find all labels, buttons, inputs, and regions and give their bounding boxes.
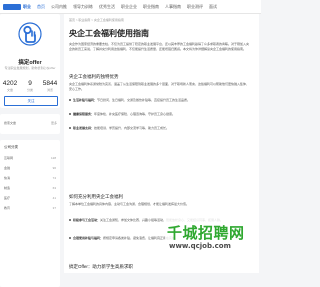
- site-logo[interactable]: 职业: [3, 3, 31, 10]
- top-navbar: 职业 首页 公司内推 领导力训练 优秀生活 职业企业 职业指南 人事指南 职业测…: [0, 0, 261, 14]
- nav-item-assessment[interactable]: 职业测评: [187, 4, 203, 10]
- offer-hand-logo-icon: [18, 22, 42, 46]
- category-count: 37: [52, 206, 56, 210]
- profile-stats: 4202 文章 9 分类 5844 浏览: [0, 80, 60, 92]
- bullet-item: 职业发展支持：技能培训、学历提升、内部交流学习等，助力员工成长。: [69, 126, 251, 131]
- nav-item-interview[interactable]: 面试: [209, 4, 217, 10]
- list-item[interactable]: 互联网 128: [4, 156, 56, 160]
- stat-categories: 9 分类: [20, 80, 40, 92]
- list-item[interactable]: 制造 63: [4, 186, 56, 190]
- category-count: 41: [52, 196, 56, 200]
- stat-articles: 4202 文章: [0, 80, 20, 92]
- nav-item-life[interactable]: 优秀生活: [99, 4, 115, 10]
- stat-label: 浏览: [46, 88, 53, 92]
- bullet-title: 合理使用补贴与福利：: [73, 236, 104, 240]
- article-paragraph: 了解本单位工会福利的具体内容，主动与工会沟通，合理规划，才能让福利发挥最大价值。: [69, 202, 190, 206]
- nav-item-leadership[interactable]: 领导力训练: [73, 4, 93, 10]
- bullet-title: 生活补贴与福利：: [73, 98, 98, 102]
- stat-label: 分类: [26, 88, 33, 92]
- category-list: 公司分类 互联网 128 金融 96 快消 74 制造 63 医疗 41 教育 …: [0, 140, 60, 287]
- bullet-text: 技能培训、学历提升、内部交流学习等，助力员工成长。: [94, 126, 170, 130]
- category-count: 74: [52, 176, 56, 180]
- nav-item-companies[interactable]: 职业企业: [121, 4, 137, 10]
- bullet-icon: [69, 237, 71, 240]
- logo-mark: [3, 3, 21, 10]
- bullet-icon: [69, 99, 71, 102]
- category-name: 医疗: [4, 196, 11, 200]
- category-name: 快消: [4, 176, 11, 180]
- stat-number: 4202: [2, 80, 18, 87]
- category-count: 63: [52, 186, 56, 190]
- watermark-url: www.qcjob.com: [169, 242, 231, 250]
- bullet-icon: [69, 219, 71, 222]
- category-list-title: 公司分类: [4, 145, 18, 149]
- stat-number: 5844: [42, 80, 58, 87]
- bullet-item: 健康保障服务：年度体检、补充医疗保险、心理咨询等，守护员工身心健康。: [69, 112, 251, 117]
- search-card-label: 搜索文章: [4, 121, 17, 125]
- nav-item-home[interactable]: 首页: [37, 4, 45, 10]
- profile-card: 搞定offer 专注职业发展规划，助你拿到心仪offer 4202 文章 9 分…: [0, 14, 60, 108]
- profile-description: 专注职业发展规划，助你拿到心仪offer: [4, 66, 56, 70]
- logo-text: 职业: [23, 3, 31, 9]
- category-count: 96: [52, 166, 56, 170]
- section-heading: 如何充分利用央企工会福利: [69, 194, 123, 199]
- nav-item-referral[interactable]: 公司内推: [51, 4, 67, 10]
- bullet-title: 健康保障服务：: [73, 112, 95, 116]
- stat-label: 文章: [6, 88, 13, 92]
- search-card[interactable]: 搜索文章 更多: [0, 114, 60, 134]
- list-item[interactable]: 教育 37: [4, 206, 56, 210]
- stat-number: 9: [28, 80, 32, 87]
- nav-item-career-guide[interactable]: 职业指南: [143, 4, 159, 10]
- nav-item-hr-guide[interactable]: 人事指南: [165, 4, 181, 10]
- article-intro: 央企作为国家经济的重要支柱，不仅为员工提供了稳定的职业发展平台，还以其丰厚的工会…: [69, 42, 250, 51]
- category-count: 128: [50, 156, 56, 160]
- sidebar: 搞定offer 专注职业发展规划，助你拿到心仪offer 4202 文章 9 分…: [0, 14, 60, 287]
- list-item[interactable]: 快消 74: [4, 176, 56, 180]
- bullet-text: 节日慰问、生日福利、交通及餐饮补贴等，直接提升员工的生活品质。: [97, 98, 191, 102]
- bullet-title: 积极参与工会活动：: [73, 218, 101, 222]
- bullet-icon: [69, 113, 71, 116]
- category-name: 教育: [4, 206, 11, 210]
- bullet-text: 年度体检、补充医疗保险、心理咨询等，守护员工身心健康。: [94, 112, 176, 116]
- category-name: 金融: [4, 166, 11, 170]
- article-footer-line: 搞定Offer：助力新学生高质求职: [69, 264, 133, 269]
- breadcrumb[interactable]: 首页 > 职业指南 > 央企工会福利使用指南: [69, 18, 124, 22]
- follow-button[interactable]: 关注: [4, 96, 58, 106]
- category-name: 制造: [4, 186, 11, 190]
- bullet-title: 职业发展支持：: [73, 126, 95, 130]
- bullet-icon: [69, 127, 71, 130]
- bullet-item: 生活补贴与福利：节日慰问、生日福利、交通及餐饮补贴等，直接提升员工的生活品质。: [69, 98, 251, 103]
- list-item[interactable]: 金融 96: [4, 166, 56, 170]
- page-title: 央企工会福利使用指南: [69, 29, 149, 38]
- profile-name: 搞定offer: [18, 60, 42, 66]
- article-paragraph: 央企工会福利体系通常较为完善，涵盖了从生活保障到职业发展的多个层面，对于职场新人…: [69, 82, 250, 91]
- category-name: 互联网: [4, 156, 14, 160]
- search-card-more[interactable]: 更多: [51, 121, 57, 125]
- watermark-brand: 千城招聘网: [167, 224, 245, 242]
- watermark: 千城招聘网 www.qcjob.com: [165, 218, 259, 273]
- section-heading: 央企工会福利的独特优势: [69, 74, 119, 79]
- stat-views: 5844 浏览: [40, 80, 60, 92]
- list-item[interactable]: 医疗 41: [4, 196, 56, 200]
